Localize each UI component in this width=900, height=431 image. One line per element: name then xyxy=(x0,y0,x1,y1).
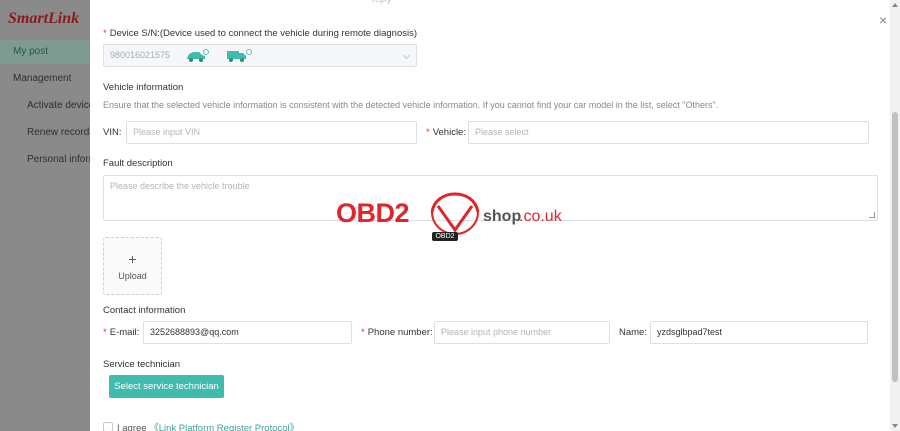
sidebar: SmartLink My post Management Activate de… xyxy=(0,0,92,431)
vin-label: VIN: xyxy=(103,127,122,138)
vehicle-select[interactable]: Please select xyxy=(468,121,869,144)
app-logo: SmartLink xyxy=(8,10,80,27)
sidebar-item-my-post[interactable]: My post xyxy=(0,40,92,64)
watermark-shop-text: shop xyxy=(483,208,522,225)
close-icon[interactable]: × xyxy=(879,12,887,28)
sidebar-item-personal-information[interactable]: Personal information xyxy=(0,148,92,172)
required-marker: * xyxy=(103,28,107,39)
sidebar-item-management[interactable]: Management xyxy=(0,67,92,91)
phone-label: * Phone number: xyxy=(361,327,433,338)
register-protocol-link[interactable]: 《Link Platform Register Protocol》 xyxy=(149,423,299,431)
vehicle-info-title: Vehicle information xyxy=(103,82,184,93)
email-input[interactable]: 3252688893@qq.com xyxy=(143,321,352,344)
agree-checkbox[interactable] xyxy=(103,422,113,431)
name-input[interactable]: yzdsglbpad7test xyxy=(650,321,868,344)
scroll-down-icon[interactable] xyxy=(892,424,898,428)
required-marker: * xyxy=(426,127,430,138)
phone-input[interactable]: Please input phone number xyxy=(434,321,610,344)
chevron-down-icon xyxy=(402,51,411,60)
watermark-badge: OBD2 xyxy=(432,232,458,241)
vehicle-label: * Vehicle: xyxy=(426,127,466,138)
scrollbar-thumb[interactable] xyxy=(892,112,898,382)
reply-text: reply xyxy=(372,0,392,4)
obd2shop-watermark: OBD2 OBD2 shop .co.uk xyxy=(336,192,576,244)
resize-handle-icon[interactable] xyxy=(869,212,875,218)
upload-label: Upload xyxy=(118,271,147,281)
name-label: Name: xyxy=(619,327,647,338)
service-technician-title: Service technician xyxy=(103,359,181,370)
vehicle-info-hint: Ensure that the selected vehicle informa… xyxy=(103,100,719,110)
vin-input[interactable]: Please input VIN xyxy=(126,121,417,144)
fault-description-title: Fault description xyxy=(103,158,173,169)
plus-icon: + xyxy=(128,251,137,267)
required-marker: * xyxy=(361,327,365,338)
select-technician-button[interactable]: Select service technician xyxy=(109,375,224,398)
upload-button[interactable]: + Upload xyxy=(103,237,162,295)
modal-scrollbar[interactable] xyxy=(890,0,900,431)
sidebar-item-renew-records[interactable]: Renew records xyxy=(0,121,92,145)
watermark-obd2-text: OBD2 xyxy=(336,198,410,228)
device-sn-label: * Device S/N:(Device used to connect the … xyxy=(103,28,418,39)
post-dialog: reply × *Device S/N:(Device used to conn… xyxy=(90,0,900,431)
sidebar-item-activate-device[interactable]: Activate device xyxy=(0,94,92,118)
contact-info-title: Contact information xyxy=(103,305,186,316)
agree-text: I agree 《Link Platform Register Protocol… xyxy=(117,420,299,431)
truck-connected-icon xyxy=(226,49,252,66)
scroll-up-icon[interactable] xyxy=(892,3,898,7)
required-marker: * xyxy=(103,327,107,338)
watermark-domain-text: .co.uk xyxy=(519,208,562,225)
car-connected-icon xyxy=(185,49,209,66)
email-label: * E-mail: xyxy=(103,327,140,338)
device-sn-select[interactable]: 980016021575 xyxy=(103,44,417,67)
